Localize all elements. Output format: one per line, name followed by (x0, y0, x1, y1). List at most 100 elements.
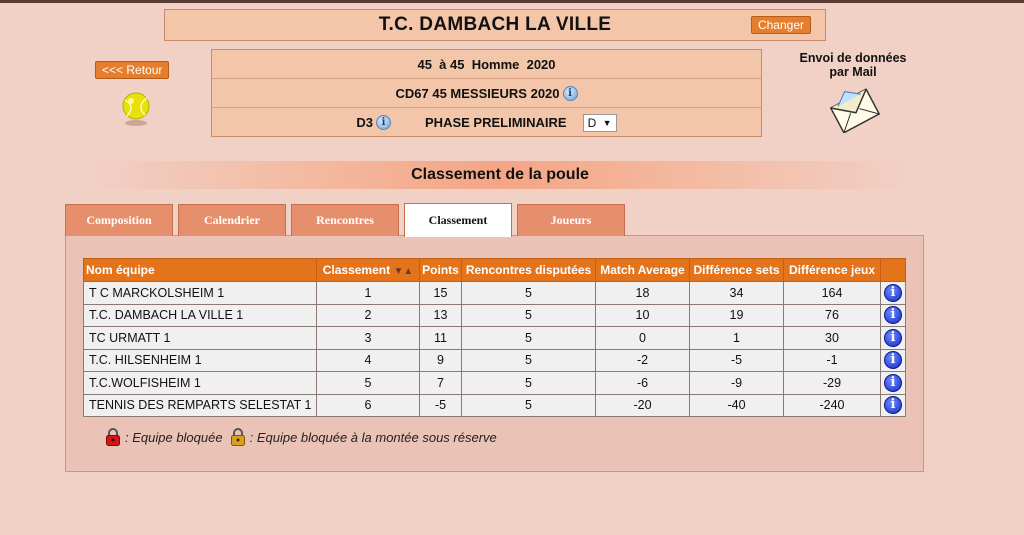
points-value: 7 (419, 371, 462, 395)
table-header-row: Nom équipe Classement ▼▲ Points Rencontr… (83, 258, 906, 282)
tab-classement[interactable]: Classement (404, 203, 512, 237)
rank-value: 2 (316, 303, 420, 327)
rank-value: 1 (316, 281, 420, 305)
row-info-cell: i (880, 281, 906, 305)
tab-joueurs[interactable]: Joueurs (517, 204, 625, 236)
games-diff-value: -29 (783, 371, 881, 395)
rank-value: 4 (316, 348, 420, 372)
match-average-value: -20 (595, 393, 690, 417)
chevron-down-icon: ▼ (602, 117, 612, 128)
games-diff-value: 164 (783, 281, 881, 305)
header-rank[interactable]: Classement ▼▲ (316, 258, 420, 282)
tab-composition[interactable]: Composition (65, 204, 173, 236)
games-diff-value: -1 (783, 348, 881, 372)
sets-diff-value: 1 (689, 326, 784, 350)
legend-blocked: : Equipe bloquée (125, 429, 223, 445)
rank-value: 6 (316, 393, 420, 417)
header-points: Points (419, 258, 462, 282)
match-average-value: 10 (595, 303, 690, 327)
phase-label: PHASE PRELIMINAIRE (425, 115, 567, 130)
header-games-diff: Différence jeux (783, 258, 881, 282)
team-info-icon[interactable]: i (884, 351, 902, 370)
points-value: 9 (419, 348, 462, 372)
sets-diff-value: 34 (689, 281, 784, 305)
match-average-value: 0 (595, 326, 690, 350)
table-row: TENNIS DES REMPARTS SELESTAT 1 6 -5 5 -2… (83, 393, 906, 417)
legend-blocked-reserve: : Equipe bloquée à la montée sous réserv… (249, 429, 497, 445)
match-average-value: -6 (595, 371, 690, 395)
sets-diff-value: -5 (689, 348, 784, 372)
sets-diff-value: -40 (689, 393, 784, 417)
row-info-cell: i (880, 371, 906, 395)
category-text: 45 à 45 Homme 2020 (417, 56, 556, 72)
ranking-table: Nom équipe Classement ▼▲ Points Rencontr… (83, 258, 906, 417)
division-label: D3 (356, 115, 374, 130)
games-diff-value: 76 (783, 303, 881, 327)
envelope-icon[interactable] (830, 85, 880, 133)
table-row: TC URMATT 1 3 11 5 0 1 30 i (83, 326, 906, 350)
rank-value: 5 (316, 371, 420, 395)
poule-select-value: D (587, 115, 597, 130)
tab-calendrier[interactable]: Calendrier (178, 204, 286, 236)
red-lock-icon (106, 428, 120, 446)
team-info-icon[interactable]: i (884, 373, 902, 392)
phase-row: D3 i PHASE PRELIMINAIRE D ▼ (212, 108, 761, 137)
section-title-text: Classement de la poule (411, 166, 589, 183)
competition-category: 45 à 45 Homme 2020 (212, 50, 761, 79)
header-rank-label: Classement (322, 263, 391, 277)
played-value: 5 (461, 303, 596, 327)
rank-value: 3 (316, 326, 420, 350)
header-sets-diff: Différence sets (689, 258, 784, 282)
team-name: TC URMATT 1 (83, 326, 317, 350)
poule-select[interactable]: D ▼ (582, 113, 617, 132)
competition-info-icon[interactable]: i (562, 85, 578, 101)
team-name: TENNIS DES REMPARTS SELESTAT 1 (83, 393, 317, 417)
team-name: T.C. HILSENHEIM 1 (83, 348, 317, 372)
header-match-average: Match Average (595, 258, 690, 282)
club-title: T.C. DAMBACH LA VILLE (378, 14, 612, 35)
header-team: Nom équipe (83, 258, 317, 282)
table-row: T.C.WOLFISHEIM 1 5 7 5 -6 -9 -29 i (83, 371, 906, 395)
team-name: T.C. DAMBACH LA VILLE 1 (83, 303, 317, 327)
back-button[interactable]: <<< Retour (95, 61, 170, 79)
played-value: 5 (461, 348, 596, 372)
change-club-button[interactable]: Changer (750, 16, 811, 34)
competition-name-row: CD67 45 MESSIEURS 2020 i (212, 79, 761, 108)
row-info-cell: i (880, 303, 906, 327)
table-row: T.C. HILSENHEIM 1 4 9 5 -2 -5 -1 i (83, 348, 906, 372)
sets-diff-value: -9 (689, 371, 784, 395)
header-played: Rencontres disputées (461, 258, 596, 282)
team-info-icon[interactable]: i (884, 328, 902, 347)
played-value: 5 (461, 281, 596, 305)
competition-info: 45 à 45 Homme 2020 CD67 45 MESSIEURS 202… (211, 49, 762, 137)
points-value: -5 (419, 393, 462, 417)
team-name: T.C.WOLFISHEIM 1 (83, 371, 317, 395)
sets-diff-value: 19 (689, 303, 784, 327)
games-diff-value: 30 (783, 326, 881, 350)
match-average-value: -2 (595, 348, 690, 372)
played-value: 5 (461, 326, 596, 350)
points-value: 13 (419, 303, 462, 327)
games-diff-value: -240 (783, 393, 881, 417)
table-row: T C MARCKOLSHEIM 1 1 15 5 18 34 164 i (83, 281, 906, 305)
section-title: Classement de la poule (90, 161, 910, 189)
team-info-icon[interactable]: i (884, 396, 902, 415)
mail-export-label[interactable]: Envoi de données par Mail (782, 51, 924, 79)
played-value: 5 (461, 371, 596, 395)
mail-label-line2: par Mail (829, 65, 877, 79)
division-info-icon[interactable]: i (376, 115, 392, 130)
team-info-icon[interactable]: i (884, 283, 902, 302)
sort-arrows-icon[interactable]: ▼▲ (393, 266, 413, 277)
team-name: T C MARCKOLSHEIM 1 (83, 281, 317, 305)
club-header: T.C. DAMBACH LA VILLE Changer (164, 9, 826, 41)
row-info-cell: i (880, 348, 906, 372)
header-info (880, 258, 906, 282)
mail-label-line1: Envoi de données (799, 51, 907, 65)
team-info-icon[interactable]: i (884, 306, 902, 325)
match-average-value: 18 (595, 281, 690, 305)
points-value: 15 (419, 281, 462, 305)
competition-name: CD67 45 MESSIEURS 2020 (395, 85, 560, 101)
row-info-cell: i (880, 326, 906, 350)
tab-rencontres[interactable]: Rencontres (291, 204, 399, 236)
table-row: T.C. DAMBACH LA VILLE 1 2 13 5 10 19 76 … (83, 303, 906, 327)
